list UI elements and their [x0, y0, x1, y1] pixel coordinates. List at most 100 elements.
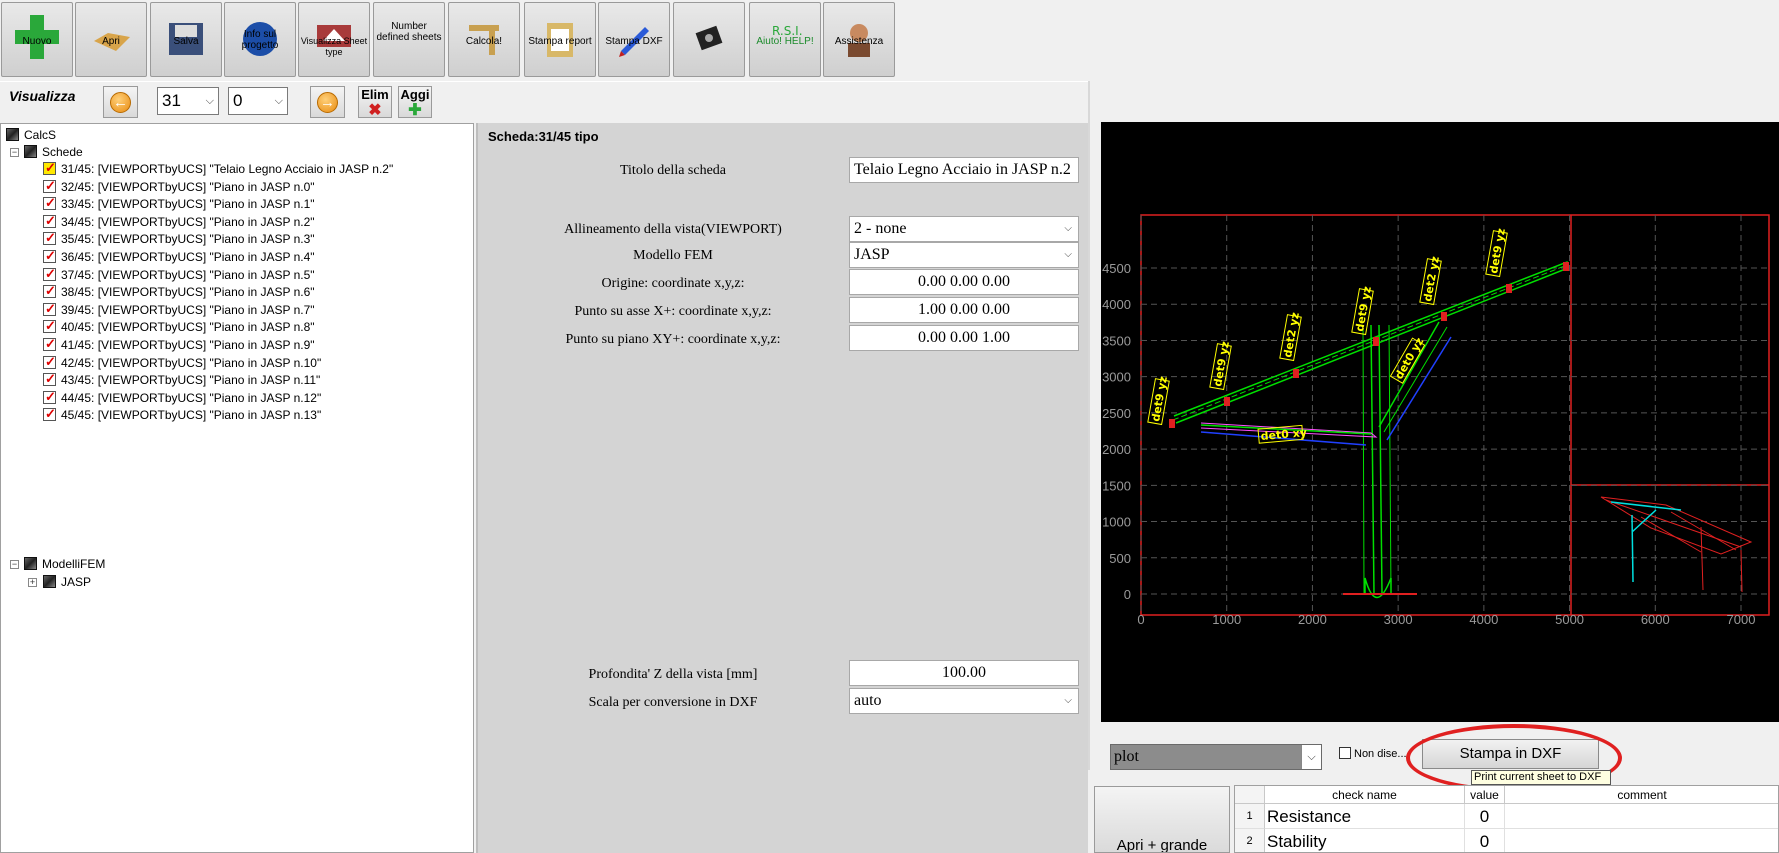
visualizza-label: Visualizza — [9, 88, 76, 104]
tree-sheet-item[interactable]: 41/45: [VIEWPORTbyUCS] "Piano in JASP n.… — [43, 335, 315, 354]
detail-label: det9 yz — [1147, 375, 1170, 426]
tree-sheet-item[interactable]: 39/45: [VIEWPORTbyUCS] "Piano in JASP n.… — [43, 300, 315, 319]
row-index: 1 — [1235, 804, 1265, 829]
chevron-down-icon: ⌵ — [1064, 695, 1072, 706]
open-button[interactable]: Apri — [75, 2, 147, 77]
check-value-cell[interactable]: 0 — [1465, 829, 1505, 852]
check-comment-cell[interactable] — [1505, 804, 1778, 829]
y-tick-label: 4000 — [1102, 297, 1131, 312]
y-tick-label: 500 — [1109, 551, 1131, 566]
chevron-down-icon: ⌵ — [274, 95, 283, 107]
tree-node-jasp[interactable]: JASP — [43, 574, 91, 591]
fem-model-select[interactable]: JASP ⌵ — [849, 242, 1079, 268]
viewport-alignment-value: 2 - none — [854, 220, 907, 237]
check-value-cell[interactable]: 0 — [1465, 804, 1505, 829]
detail-label-text: det9 yz — [1487, 227, 1508, 274]
cube-icon — [6, 128, 19, 141]
delete-sheet-label: Elim — [361, 87, 389, 102]
tree-root[interactable]: CalcS — [6, 127, 56, 144]
help-button[interactable]: R.S.I. Aiuto! HELP! — [749, 2, 821, 77]
xy-plane-point-label: Punto su piano XY+: coordinate x,y,z: — [565, 332, 781, 347]
tree-sheet-item[interactable]: 31/45: [VIEWPORTbyUCS] "Telaio Legno Acc… — [43, 159, 393, 178]
tree-sheet-label: 45/45: [VIEWPORTbyUCS] "Piano in JASP n.… — [61, 408, 322, 423]
sheet-type-button[interactable]: Visualizza Sheet type — [298, 2, 370, 77]
non-disegnare-label: Non dise... — [1354, 748, 1407, 760]
tree-sheet-label: 36/45: [VIEWPORTbyUCS] "Piano in JASP n.… — [61, 250, 315, 264]
project-info-button[interactable]: Info sul progetto — [224, 2, 296, 77]
sheet-check-icon — [43, 335, 56, 352]
inset-3d-view — [1600, 496, 1753, 593]
sheet-check-icon — [43, 159, 56, 176]
sheet-check-icon — [43, 194, 56, 211]
check-name-cell[interactable]: Stability — [1265, 829, 1465, 852]
print-dxf-sheet-button[interactable]: Stampa in DXF — [1422, 739, 1599, 769]
settings-button[interactable] — [673, 2, 745, 77]
calculate-button[interactable]: Calcola! — [448, 2, 520, 77]
tree-sheet-item[interactable]: 33/45: [VIEWPORTbyUCS] "Piano in JASP n.… — [43, 194, 315, 213]
sheet-check-icon — [43, 317, 56, 334]
non-disegnare-checkbox[interactable]: Non dise... — [1339, 747, 1407, 760]
tree-sheet-item[interactable]: 37/45: [VIEWPORTbyUCS] "Piano in JASP n.… — [43, 265, 315, 284]
print-dxf-button[interactable]: Stampa DXF — [598, 2, 670, 77]
y-tick-label: 3500 — [1102, 333, 1131, 348]
next-sheet-button[interactable]: → — [310, 86, 345, 118]
tree-sheet-item[interactable]: 35/45: [VIEWPORTbyUCS] "Piano in JASP n.… — [43, 229, 315, 248]
help-button-label: Aiuto! HELP! — [756, 36, 814, 47]
x-tick-label: 1000 — [1212, 612, 1241, 627]
tree-sheet-item[interactable]: 45/45: [VIEWPORTbyUCS] "Piano in JASP n.… — [43, 405, 322, 424]
sheet-title-input[interactable]: Telaio Legno Acciaio in JASP n.2 — [849, 157, 1079, 183]
sub-number-select[interactable]: 0 ⌵ — [228, 87, 288, 115]
tree-sheet-item[interactable]: 32/45: [VIEWPORTbyUCS] "Piano in JASP n.… — [43, 177, 315, 196]
sheet-properties-form: Scheda:31/45 tipo Titolo della scheda Te… — [476, 123, 1088, 853]
print-dxf-tooltip: Print current sheet to DXF — [1471, 770, 1611, 785]
tree-sheet-item[interactable]: 44/45: [VIEWPORTbyUCS] "Piano in JASP n.… — [43, 388, 321, 407]
tree-sheet-item[interactable]: 34/45: [VIEWPORTbyUCS] "Piano in JASP n.… — [43, 212, 315, 231]
previous-sheet-button[interactable]: ← — [103, 86, 138, 118]
check-name-cell[interactable]: Resistance — [1265, 804, 1465, 829]
save-button[interactable]: Salva — [150, 2, 222, 77]
sheet-check-icon — [43, 212, 56, 229]
drawing-preview[interactable]: 4500 4000 3500 3000 2500 2000 1500 1000 500 0 0 10… — [1101, 122, 1779, 722]
sheet-type-label: Visualizza Sheet type — [300, 36, 368, 57]
x-axis-point-input[interactable]: 1.00 0.00 0.00 — [849, 297, 1079, 323]
sheet-number-select[interactable]: 31 ⌵ — [157, 87, 219, 115]
sheet-check-icon — [43, 370, 56, 387]
number-defined-sheets-button[interactable]: Number defined sheets — [373, 2, 445, 77]
detail-label: det2 yz — [1419, 255, 1442, 306]
sheet-check-icon — [43, 282, 56, 299]
tree-sheet-item[interactable]: 42/45: [VIEWPORTbyUCS] "Piano in JASP n.… — [43, 353, 321, 372]
tree-sheet-item[interactable]: 43/45: [VIEWPORTbyUCS] "Piano in JASP n.… — [43, 370, 320, 389]
collapse-modelli-icon[interactable]: − — [10, 560, 19, 569]
arrow-left-icon: ← — [110, 92, 131, 113]
delete-sheet-button[interactable]: Elim ✖ — [358, 86, 392, 118]
tree-sheet-label: 32/45: [VIEWPORTbyUCS] "Piano in JASP n.… — [61, 179, 315, 194]
expand-jasp-icon[interactable]: + — [28, 578, 37, 587]
tree-sheet-label: 41/45: [VIEWPORTbyUCS] "Piano in JASP n.… — [61, 338, 315, 352]
tree-sheet-item[interactable]: 40/45: [VIEWPORTbyUCS] "Piano in JASP n.… — [43, 317, 315, 336]
collapse-schede-icon[interactable]: − — [10, 148, 19, 157]
plot-mode-select[interactable]: plot ⌵ — [1110, 744, 1322, 770]
viewport-alignment-label: Allineamento della vista(VIEWPORT) — [564, 222, 782, 237]
print-report-button[interactable]: Stampa report — [524, 2, 596, 77]
tree-sheet-item[interactable]: 36/45: [VIEWPORTbyUCS] "Piano in JASP n.… — [43, 247, 315, 266]
view-depth-input[interactable]: 100.00 — [849, 660, 1079, 686]
assistance-button-label: Assistenza — [834, 36, 884, 47]
new-button[interactable]: Nuovo — [1, 2, 73, 77]
add-sheet-button[interactable]: Aggi ✚ — [398, 86, 432, 118]
check-comment-cell[interactable] — [1505, 829, 1778, 852]
value-header: value — [1465, 786, 1505, 804]
open-larger-button[interactable]: Apri + grande — [1094, 786, 1230, 853]
sheet-navigation-bar: Visualizza ← 31 ⌵ 0 ⌵ → Elim ✖ Aggi ✚ — [0, 81, 1088, 120]
viewport-alignment-select[interactable]: 2 - none ⌵ — [849, 216, 1079, 242]
chevron-down-icon: ⌵ — [205, 95, 214, 107]
tree-sheet-item[interactable]: 38/45: [VIEWPORTbyUCS] "Piano in JASP n.… — [43, 282, 315, 301]
add-sheet-label: Aggi — [400, 87, 430, 102]
dxf-scale-select[interactable]: auto ⌵ — [849, 688, 1079, 714]
y-tick-labels: 4500 4000 3500 3000 2500 2000 1500 1000 500 0 — [1102, 261, 1131, 602]
tree-node-modellifem[interactable]: ModelliFEM — [24, 556, 105, 573]
origin-input[interactable]: 0.00 0.00 0.00 — [849, 269, 1079, 295]
detail-label: det9 yz — [1485, 227, 1508, 278]
assistance-button[interactable]: Assistenza — [823, 2, 895, 77]
plus-small-icon: ✚ — [408, 102, 422, 118]
xy-plane-point-input[interactable]: 0.00 0.00 1.00 — [849, 325, 1079, 351]
